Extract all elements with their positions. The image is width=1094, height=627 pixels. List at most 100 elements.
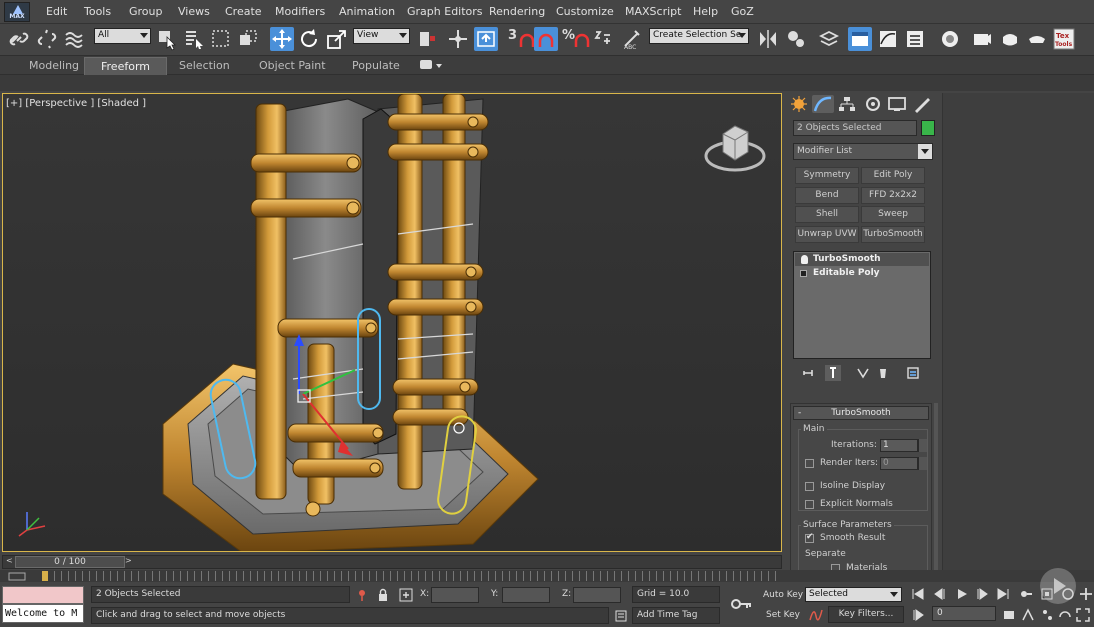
display-tab[interactable] <box>886 95 908 113</box>
y-coordinate-input[interactable] <box>502 587 550 603</box>
prev-frame-icon[interactable] <box>933 587 947 601</box>
configure-sets-icon[interactable] <box>905 365 921 381</box>
render-iters-spinner[interactable]: 0 <box>880 457 927 470</box>
rollout-header[interactable]: - TurboSmooth <box>793 406 929 420</box>
pan-icon[interactable] <box>1079 587 1093 601</box>
time-slider-thumb[interactable]: 0 / 100 <box>15 556 125 568</box>
menu-create[interactable]: Create <box>225 5 262 18</box>
menu-goz[interactable]: GoZ <box>731 5 754 18</box>
edit-poly-button[interactable]: Edit Poly <box>861 167 925 184</box>
pivot-icon[interactable] <box>415 27 439 51</box>
select-object-icon[interactable] <box>155 27 179 51</box>
menu-maxscript[interactable]: MAXScript <box>625 5 681 18</box>
tex-tools-icon[interactable]: Tex Tools <box>1052 27 1076 51</box>
key-mode-dropdown[interactable]: Selected <box>805 587 902 602</box>
align-icon[interactable] <box>784 27 808 51</box>
time-config-icon[interactable] <box>911 608 925 622</box>
tab-object-paint[interactable]: Object Paint <box>259 59 326 72</box>
shell-button[interactable]: Shell <box>795 206 859 223</box>
object-color-swatch[interactable] <box>921 120 935 136</box>
x-coordinate-input[interactable] <box>431 587 479 603</box>
named-selection-dropdown[interactable]: Create Selection Se <box>649 28 749 44</box>
edit-named-sel-icon[interactable]: ABC <box>620 27 644 51</box>
set-key-button[interactable]: Set Key <box>766 610 800 620</box>
time-tag-icon[interactable] <box>614 609 628 623</box>
scale-icon[interactable] <box>325 27 349 51</box>
layer-manager-icon[interactable] <box>817 27 841 51</box>
expand-box-icon[interactable] <box>800 270 807 277</box>
rotate-icon[interactable] <box>297 27 321 51</box>
stack-item-editable-poly[interactable]: Editable Poly <box>795 267 929 280</box>
show-end-result-icon[interactable] <box>825 365 841 381</box>
select-move-icon[interactable] <box>270 27 294 51</box>
object-name-field[interactable]: 2 Objects Selected <box>793 120 917 136</box>
manipulate-icon[interactable] <box>446 27 470 51</box>
select-by-name-icon[interactable] <box>182 27 206 51</box>
bind-spacewarp-icon[interactable] <box>63 27 87 51</box>
explicit-normals-checkbox[interactable] <box>805 500 814 509</box>
smooth-result-checkbox[interactable] <box>805 532 814 543</box>
tab-freeform[interactable]: Freeform <box>84 57 167 76</box>
field-of-view-icon[interactable] <box>1021 608 1035 622</box>
pin-stack-icon[interactable] <box>801 365 817 381</box>
remove-modifier-icon[interactable] <box>875 365 891 381</box>
command-panel-scrollbar[interactable] <box>934 403 938 573</box>
app-logo-button[interactable]: MAX <box>4 2 30 22</box>
video-play-overlay-icon[interactable] <box>1040 568 1076 604</box>
goto-start-icon[interactable] <box>911 587 925 601</box>
tab-populate[interactable]: Populate <box>352 59 400 72</box>
maxscript-mini-listener-input[interactable] <box>2 586 84 604</box>
iterations-spinner[interactable]: 1 <box>880 439 927 452</box>
bend-button[interactable]: Bend <box>795 187 859 204</box>
window-crossing-icon[interactable] <box>236 27 260 51</box>
key-curve-icon[interactable] <box>809 608 823 622</box>
key-mode-toggle-icon[interactable] <box>1019 587 1033 601</box>
add-time-tag-button[interactable]: Add Time Tag <box>632 607 720 624</box>
walk-through-icon[interactable] <box>1040 608 1054 622</box>
time-prev-button[interactable]: < <box>6 556 13 565</box>
menu-graph-editors[interactable]: Graph Editors <box>407 5 483 18</box>
menu-customize[interactable]: Customize <box>556 5 614 18</box>
material-editor-icon[interactable] <box>938 27 962 51</box>
menu-tools[interactable]: Tools <box>84 5 111 18</box>
menu-group[interactable]: Group <box>129 5 163 18</box>
menu-views[interactable]: Views <box>178 5 210 18</box>
isolate-icon[interactable] <box>355 588 369 602</box>
ffd-button[interactable]: FFD 2x2x2 <box>861 187 925 204</box>
current-frame-spinner[interactable]: 0 <box>932 606 996 621</box>
maximize-viewport-icon[interactable] <box>1076 608 1090 622</box>
menu-rendering[interactable]: Rendering <box>489 5 545 18</box>
ref-coord-dropdown[interactable]: View <box>353 28 410 44</box>
goto-end-icon[interactable] <box>996 587 1010 601</box>
maxscript-mini-listener-output[interactable]: Welcome to M <box>2 604 84 623</box>
ribbon-icon[interactable] <box>848 27 872 51</box>
make-unique-icon[interactable] <box>855 365 871 381</box>
link-icon[interactable] <box>7 27 31 51</box>
symmetry-button[interactable]: Symmetry <box>795 167 859 184</box>
menu-animation[interactable]: Animation <box>339 5 395 18</box>
render-icon[interactable] <box>1025 27 1049 51</box>
time-slider[interactable]: < 0 / 100 > <box>2 555 782 569</box>
key-filters-button[interactable]: Key Filters... <box>828 606 904 623</box>
next-frame-icon[interactable] <box>975 587 989 601</box>
rect-region-icon[interactable] <box>209 27 233 51</box>
mirror-icon[interactable] <box>756 27 780 51</box>
key-icon[interactable] <box>731 597 753 611</box>
viewport-label[interactable]: [+] [Perspective ] [Shaded ] <box>6 98 146 109</box>
tab-selection[interactable]: Selection <box>179 59 230 72</box>
z-coordinate-input[interactable] <box>573 587 621 603</box>
sweep-button[interactable]: Sweep <box>861 206 925 223</box>
unlink-icon[interactable] <box>35 27 59 51</box>
motion-tab[interactable] <box>862 95 884 113</box>
menu-help[interactable]: Help <box>693 5 718 18</box>
spinner-snap-icon[interactable] <box>590 27 614 51</box>
render-setup-icon[interactable] <box>970 27 994 51</box>
render-iters-checkbox[interactable] <box>805 459 814 468</box>
tab-modeling[interactable]: Modeling <box>29 59 79 72</box>
utilities-tab[interactable] <box>911 95 933 113</box>
time-configuration-icon[interactable] <box>1002 608 1016 622</box>
modify-tab[interactable] <box>812 95 834 113</box>
track-key-marker[interactable] <box>42 571 48 581</box>
modifier-list-dropdown[interactable]: Modifier List <box>793 143 933 160</box>
auto-key-button[interactable]: Auto Key <box>763 590 803 600</box>
